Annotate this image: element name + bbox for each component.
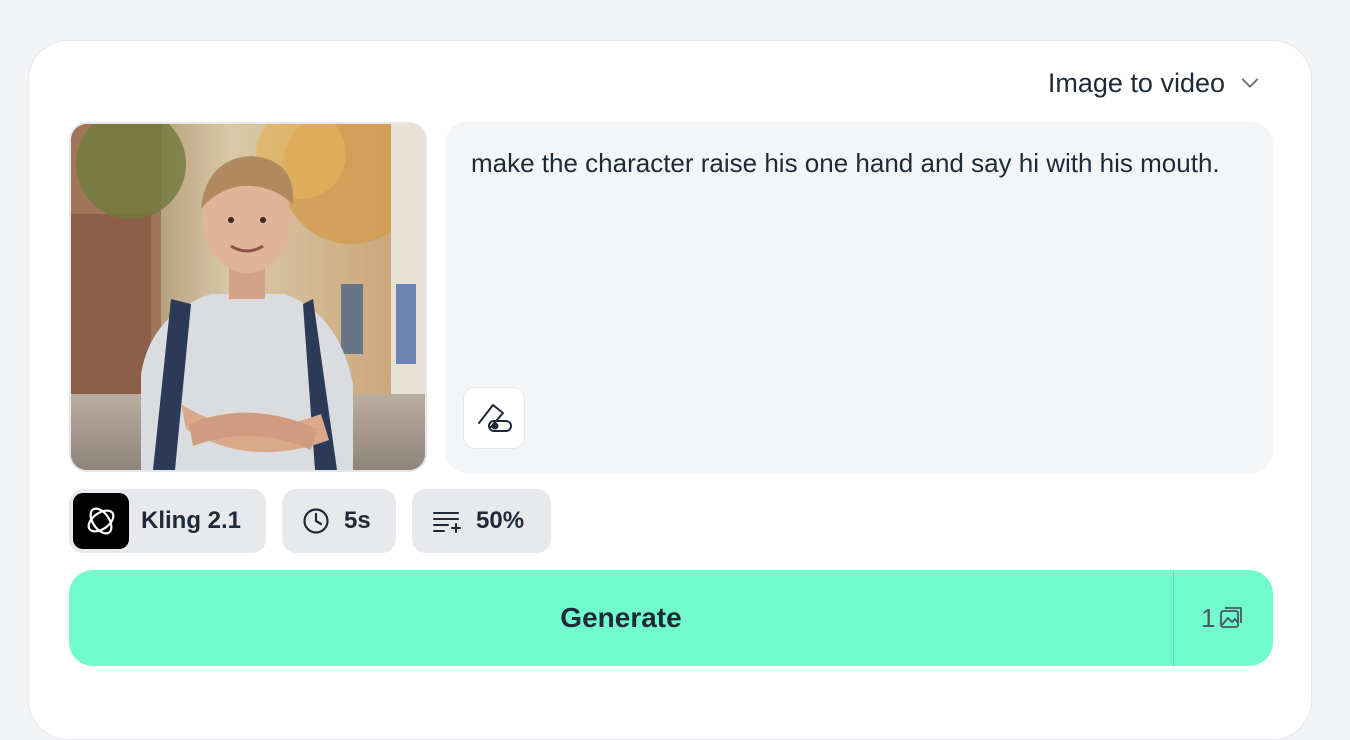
generate-button[interactable]: Generate 1 [69,570,1273,666]
mode-label: Image to video [1047,67,1225,98]
prompt-strength-label: 50% [476,507,525,534]
generate-label: Generate [560,602,682,633]
model-label: Kling 2.1 [141,507,242,534]
prompt-strength-icon [433,512,461,533]
chevron-down-icon [1241,78,1259,88]
prompt-area[interactable]: make the character raise his one hand an… [445,122,1273,473]
credits-value: 1 [1201,602,1216,633]
credits-cost: 1 [1201,570,1243,666]
source-image[interactable] [69,122,427,472]
duration-label: 5s [344,507,371,534]
clear-prompt-button[interactable] [463,387,525,449]
duration-selector[interactable]: 5s [282,489,396,553]
clock-icon [303,508,329,534]
eraser-icon [478,404,512,432]
kling-logo-icon [73,493,129,549]
divider [1173,570,1174,666]
generation-panel: Image to video make the character raise … [28,40,1312,740]
prompt-input[interactable]: make the character raise his one hand an… [471,142,1231,184]
prompt-strength-selector[interactable]: 50% [412,489,551,553]
portrait-image [71,124,425,470]
mode-dropdown[interactable]: Image to video [1048,63,1261,103]
image-icon [1220,607,1243,628]
model-selector[interactable]: Kling 2.1 [69,489,266,553]
